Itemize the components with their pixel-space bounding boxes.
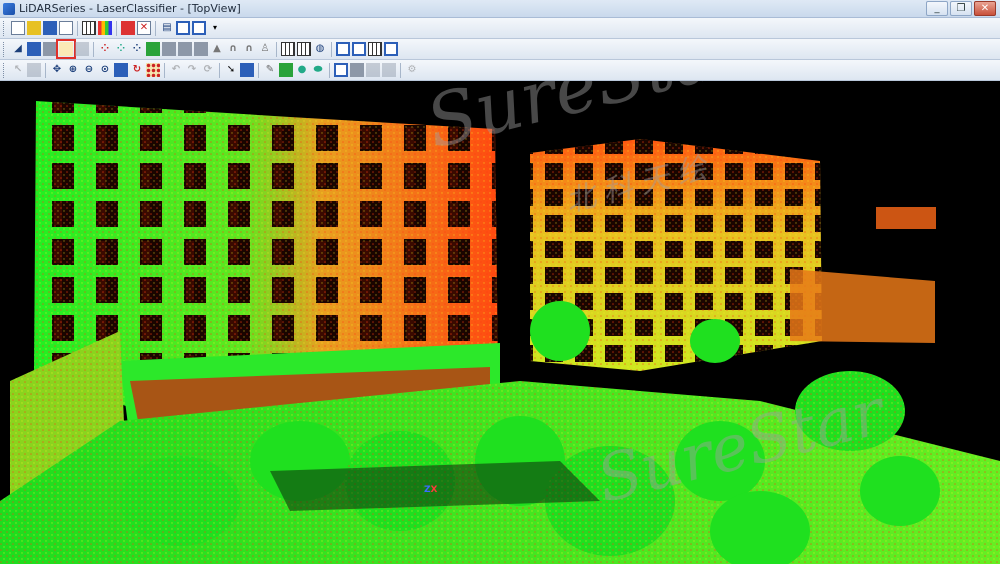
undo-icon[interactable]: ↶ [169,63,183,77]
toolbar-grip[interactable] [3,41,7,57]
tile-third-icon[interactable] [382,63,396,77]
toolbar-separator [116,20,117,36]
toolbar-separator [155,20,156,36]
point-display-icon[interactable] [146,63,160,77]
arch-alt-icon[interactable]: ∩ [242,42,256,56]
pan-icon[interactable]: ✥ [50,63,64,77]
close-button[interactable]: ✕ [974,1,996,16]
figure-icon[interactable]: ♙ [258,42,272,56]
measure-icon[interactable] [240,63,254,77]
grid-frame-icon[interactable] [334,63,348,77]
elevation-bars-icon[interactable] [82,21,96,35]
toolbar-classify: ◢ ⁘ ⁘ ⁘ ▲ ∩ ∩ ♙ ◍ [0,39,1000,60]
toolbar-separator [164,62,165,78]
circle-draw-icon[interactable]: ● [295,63,309,77]
tile-icon[interactable] [350,63,364,77]
classify-low-icon[interactable] [162,42,176,56]
classify-mid-icon[interactable] [178,42,192,56]
tile-alt-icon[interactable] [366,63,380,77]
point-cloud-viewport[interactable]: SureStar 北科天绘 SureStar ZX [0,81,1000,564]
toolbar-grip[interactable] [3,20,7,36]
toolbar-overflow-icon[interactable]: ▾ [208,21,222,35]
import-file-icon[interactable] [59,21,73,35]
toolbar-view: ↖ ✥ ⊕ ⊖ ⊙ ↻ ↶ ↷ ⟳ ➘ ✎ ● ⬬ ⚙ [0,60,1000,81]
rectangle-draw-icon[interactable] [279,63,293,77]
toolbar-separator [219,62,220,78]
window-controls: _ ❐ ✕ [926,1,996,16]
scatter-points-icon[interactable]: ⁘ [98,42,112,56]
delete-all-icon[interactable]: ✕ [137,21,151,35]
vegetation-class-icon[interactable] [146,42,160,56]
split-panel-icon[interactable] [176,21,190,35]
new-project-icon[interactable] [11,21,25,35]
restore-button[interactable]: ❐ [950,1,972,16]
window-view-icon[interactable] [336,42,350,56]
refresh-icon[interactable]: ⟳ [201,63,215,77]
rotate-icon[interactable]: ↻ [130,63,144,77]
toolbar-separator [331,41,332,57]
classify-high-icon[interactable] [194,42,208,56]
ground-points-icon[interactable]: ⁘ [114,42,128,56]
color-palette-icon[interactable] [98,21,112,35]
ellipse-draw-icon[interactable]: ⬬ [311,63,325,77]
toolbar-separator [93,41,94,57]
triangle-icon[interactable]: ▲ [210,42,224,56]
save-disk-icon[interactable] [43,21,57,35]
fit-view-icon[interactable] [114,63,128,77]
toolbar-separator [77,20,78,36]
toolbar-grip[interactable] [3,62,7,78]
section-grid-icon[interactable] [297,42,311,56]
zoom-out-icon[interactable]: ⊖ [82,63,96,77]
window-title: LiDARSeries - LaserClassifier - [TopView… [19,2,241,15]
redo-icon[interactable]: ↷ [185,63,199,77]
pencil-icon[interactable]: ✎ [263,63,277,77]
delete-class-icon[interactable] [121,21,135,35]
arch-icon[interactable]: ∩ [226,42,240,56]
toolbar-separator [400,62,401,78]
settings-icon[interactable]: ⚙ [405,63,419,77]
globe-icon[interactable]: ◍ [313,42,327,56]
toolbar-separator [329,62,330,78]
zoom-window-icon[interactable]: ⊙ [98,63,112,77]
toolbar-separator [258,62,259,78]
cursor-pick-icon[interactable]: ➘ [224,63,238,77]
axis-x-label: X [430,485,438,495]
classify-region-icon[interactable] [27,42,41,56]
export-view-icon[interactable] [384,42,398,56]
axis-gizmo: ZX [424,485,437,495]
layers-icon[interactable]: ▤ [160,21,174,35]
select-arrow-icon[interactable]: ↖ [11,63,25,77]
grid-view-icon[interactable] [368,42,382,56]
open-folder-icon[interactable] [27,21,41,35]
toolbar-file: ✕ ▤ ▾ [0,18,1000,39]
classify-fence-icon[interactable] [43,42,57,56]
profile-grid-icon[interactable] [281,42,295,56]
minimize-button[interactable]: _ [926,1,948,16]
title-bar: LiDARSeries - LaserClassifier - [TopView… [0,0,1000,18]
columns-panel-icon[interactable] [192,21,206,35]
point-cloud-display-icon[interactable] [56,39,76,59]
draw-line-icon[interactable]: ◢ [11,42,25,56]
zoom-in-icon[interactable]: ⊕ [66,63,80,77]
select-box-icon[interactable] [27,63,41,77]
toolbar-separator [45,62,46,78]
classify-below-icon[interactable] [75,42,89,56]
toolbar-separator [276,41,277,57]
building-points-icon[interactable]: ⁘ [130,42,144,56]
app-icon [3,2,15,15]
point-cloud-canvas [0,101,1000,564]
window-view-alt-icon[interactable] [352,42,366,56]
